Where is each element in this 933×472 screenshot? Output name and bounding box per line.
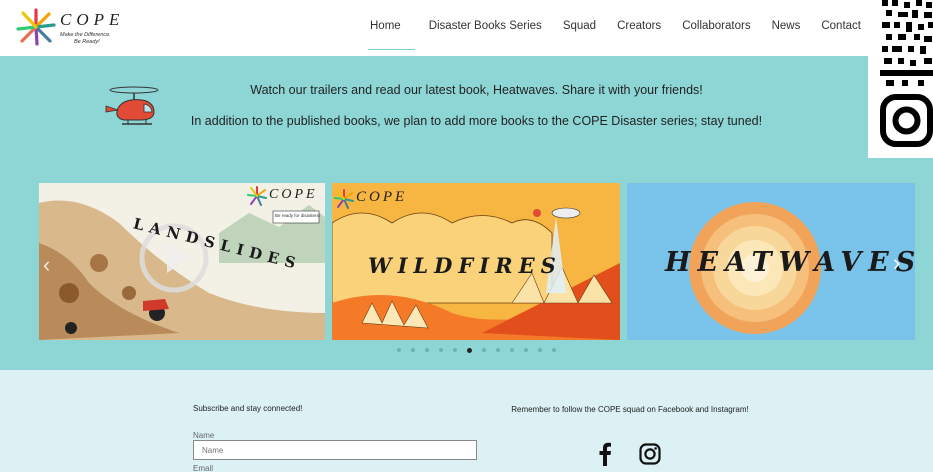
main-nav: Home Disaster Books Series Squad Creator…	[368, 0, 882, 56]
carousel-dot[interactable]	[397, 348, 401, 352]
cope-mini-star-icon	[247, 186, 267, 206]
cope-logo[interactable]: COPE Make the Difference. Be Ready!	[16, 8, 126, 50]
tagline-line-2: Be Ready!	[74, 39, 100, 45]
name-label: Name	[193, 431, 215, 440]
slide-landslides[interactable]: COPE Be ready for disasters! LANDSLIDES	[39, 183, 325, 340]
cope-mini-star-icon	[334, 189, 354, 209]
subscribe-section: Subscribe and stay connected! Name Email…	[0, 370, 933, 472]
logo-title: COPE	[60, 10, 125, 29]
slide-wildfires[interactable]: COPE WILDFIRES	[332, 183, 620, 340]
qr-code-icon[interactable]	[880, 0, 933, 86]
carousel-dot[interactable]	[552, 348, 556, 352]
email-label: Email	[193, 464, 214, 472]
intro-line-1: Watch our trailers and read our latest b…	[250, 83, 703, 97]
name-input[interactable]	[193, 440, 477, 460]
carousel-dot[interactable]	[496, 348, 500, 352]
carousel-dot[interactable]	[538, 348, 542, 352]
tagline-line-1: Make the Difference.	[60, 32, 111, 38]
logo-star-icon	[16, 8, 56, 46]
carousel-dot[interactable]	[411, 348, 415, 352]
nav-squad[interactable]: Squad	[563, 0, 596, 56]
carousel-dot[interactable]	[439, 348, 443, 352]
slide-title-wildfires: WILDFIRES	[368, 253, 562, 278]
slide-logo: COPE	[356, 189, 408, 205]
carousel-prev-icon[interactable]: ‹	[43, 252, 50, 278]
carousel-dot[interactable]	[467, 348, 472, 353]
facebook-icon[interactable]	[598, 442, 612, 466]
carousel-dots	[397, 348, 566, 353]
logo-tagline: Make the Difference. Be Ready!	[60, 32, 111, 46]
slide-title-heatwaves: HEATWAVES	[665, 247, 915, 278]
nav-home[interactable]: Home	[368, 0, 415, 56]
carousel-dot[interactable]	[524, 348, 528, 352]
slide-heatwaves[interactable]: HEATWAVES	[627, 183, 915, 340]
instagram-icon-large[interactable]	[880, 94, 933, 147]
carousel-dot[interactable]	[482, 348, 486, 352]
subscribe-title: Subscribe and stay connected!	[193, 404, 303, 413]
instagram-icon[interactable]	[639, 443, 661, 465]
nav-creators[interactable]: Creators	[617, 0, 661, 56]
carousel-dot[interactable]	[510, 348, 514, 352]
nav-disaster-books-series[interactable]: Disaster Books Series	[429, 0, 542, 56]
site-header: COPE Make the Difference. Be Ready! Home…	[0, 0, 933, 56]
slide-logo: COPE	[269, 187, 318, 202]
intro-line-2: In addition to the published books, we p…	[190, 114, 763, 128]
nav-news[interactable]: News	[772, 0, 801, 56]
carousel-dot[interactable]	[453, 348, 457, 352]
follow-text: Remember to follow the COPE squad on Fac…	[511, 405, 749, 414]
carousel-dot[interactable]	[425, 348, 429, 352]
book-carousel: COPE Be ready for disasters! LANDSLIDES …	[39, 183, 915, 340]
carousel-next-icon[interactable]: ›	[893, 250, 900, 276]
nav-collaborators[interactable]: Collaborators	[682, 0, 750, 56]
hero-section: Watch our trailers and read our latest b…	[0, 56, 933, 370]
nav-contact[interactable]: Contact	[821, 0, 861, 56]
slide-badge: Be ready for disasters!	[275, 213, 321, 218]
social-strip	[868, 0, 933, 158]
